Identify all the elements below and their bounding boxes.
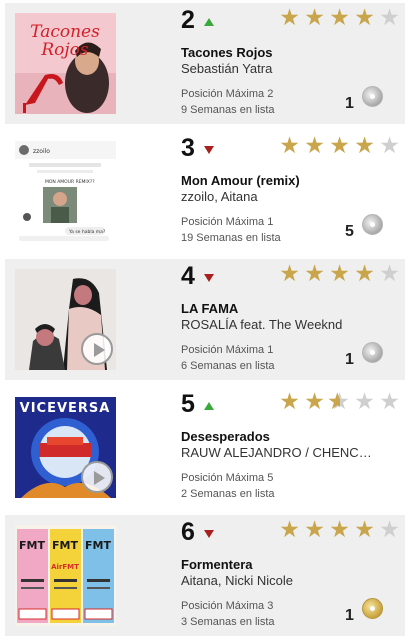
star-icon: ★ — [379, 388, 400, 414]
artist-name[interactable]: RAUW ALEJANDRO / CHENCHO CORLEONE — [181, 445, 381, 460]
peak-position: Posición Máxima 3 — [181, 600, 274, 612]
artist-name[interactable]: zzoilo, Aitana — [181, 189, 381, 204]
trend-up-icon — [204, 402, 214, 410]
star-icon: ★ — [354, 516, 375, 542]
song-title[interactable]: Formentera — [181, 557, 253, 572]
peak-position: Posición Máxima 5 — [181, 472, 274, 484]
trend-down-icon — [204, 146, 214, 154]
star-icon: ★ — [379, 516, 400, 542]
chart-entry[interactable]: VICEVERSA 5 ★ ★ ★ ★ ★ Desesperados RAUW … — [5, 387, 405, 508]
star-icon: ★ — [279, 388, 300, 414]
star-icon: ★ — [354, 132, 375, 158]
chart-position: 4 — [181, 262, 195, 290]
rating-stars: ★ ★ ★ ★ ★ — [277, 5, 402, 29]
platinum-disc-icon — [362, 342, 383, 363]
chart-entry[interactable]: FMT FMT FMT AirFMT 6 ★ ★ ★ ★ ★ Formenter… — [5, 515, 405, 636]
certification-count: 1 — [345, 351, 354, 368]
weeks-on-chart: 19 Semanas en lista — [181, 232, 281, 244]
chart-entry[interactable]: Tacones Rojos 2 ★ ★ ★ ★ ★ Tacones Rojos … — [5, 3, 405, 124]
chart-position: 6 — [181, 518, 195, 546]
album-cover[interactable]: zzoilo MON AMOUR REMIX?? Ya se habla ma? — [15, 141, 116, 242]
rating-stars: ★ ★ ★ ★ ★ — [277, 133, 402, 157]
star-icon: ★ — [304, 516, 325, 542]
song-title[interactable]: Tacones Rojos — [181, 45, 273, 60]
artist-name[interactable]: ROSALÍA feat. The Weeknd — [181, 317, 381, 332]
chart-position: 5 — [181, 390, 195, 418]
artist-name[interactable]: Sebastián Yatra — [181, 61, 381, 76]
star-icon: ★ — [329, 260, 350, 286]
album-cover[interactable]: VICEVERSA — [15, 397, 116, 498]
star-icon: ★ — [379, 132, 400, 158]
star-icon: ★ — [379, 4, 400, 30]
rating-stars: ★ ★ ★ ★ ★ — [277, 389, 402, 413]
cover-ticket-label: FMT — [52, 539, 78, 552]
star-icon: ★ — [329, 4, 350, 30]
cover-art-tacones-rojos: Tacones Rojos — [15, 13, 116, 114]
rating-stars: ★ ★ ★ ★ ★ — [277, 261, 402, 285]
certification-count: 1 — [345, 607, 354, 624]
star-half-icon: ★ — [327, 389, 352, 413]
cover-art-mon-amour: zzoilo MON AMOUR REMIX?? Ya se habla ma? — [15, 141, 116, 242]
star-icon: ★ — [304, 260, 325, 286]
star-icon: ★ — [304, 4, 325, 30]
star-icon: ★ — [379, 260, 400, 286]
cover-title-line2: Rojos — [40, 40, 89, 60]
cover-dm-reply: Ya se habla ma? — [68, 229, 106, 235]
gold-disc-icon — [362, 598, 383, 619]
star-icon: ★ — [329, 132, 350, 158]
album-cover[interactable] — [15, 269, 116, 370]
cover-airline-label: AirFMT — [51, 563, 79, 571]
cover-ticket-label: FMT — [19, 539, 45, 552]
weeks-on-chart: 3 Semanas en lista — [181, 616, 275, 628]
rating-stars: ★ ★ ★ ★ ★ — [277, 517, 402, 541]
star-icon: ★ — [304, 132, 325, 158]
chart-list: Tacones Rojos 2 ★ ★ ★ ★ ★ Tacones Rojos … — [0, 0, 419, 640]
star-icon: ★ — [354, 4, 375, 30]
star-icon: ★ — [329, 516, 350, 542]
chart-entry[interactable]: zzoilo MON AMOUR REMIX?? Ya se habla ma?… — [5, 131, 405, 252]
peak-position: Posición Máxima 1 — [181, 344, 274, 356]
star-icon: ★ — [304, 388, 325, 414]
weeks-on-chart: 6 Semanas en lista — [181, 360, 275, 372]
star-icon: ★ — [279, 4, 300, 30]
weeks-on-chart: 2 Semanas en lista — [181, 488, 275, 500]
platinum-disc-icon — [362, 86, 383, 107]
cover-dm-message: MON AMOUR REMIX?? — [45, 179, 95, 185]
album-cover[interactable]: Tacones Rojos — [15, 13, 116, 114]
trend-down-icon — [204, 530, 214, 538]
peak-position: Posición Máxima 1 — [181, 216, 274, 228]
chart-position: 2 — [181, 6, 195, 34]
song-title[interactable]: Desesperados — [181, 429, 270, 444]
cover-ticket-label: FMT — [85, 539, 111, 552]
chart-entry[interactable]: 4 ★ ★ ★ ★ ★ LA FAMA ROSALÍA feat. The We… — [5, 259, 405, 380]
certification-count: 5 — [345, 223, 354, 240]
play-button[interactable] — [81, 461, 113, 493]
song-title[interactable]: Mon Amour (remix) — [181, 173, 300, 188]
cover-dm-username: zzoilo — [33, 148, 50, 155]
cover-art-formentera: FMT FMT FMT AirFMT — [15, 525, 116, 626]
certification-count: 1 — [345, 95, 354, 112]
weeks-on-chart: 9 Semanas en lista — [181, 104, 275, 116]
peak-position: Posición Máxima 2 — [181, 88, 274, 100]
platinum-disc-icon — [362, 214, 383, 235]
song-title[interactable]: LA FAMA — [181, 301, 238, 316]
star-icon: ★ — [279, 132, 300, 158]
artist-name[interactable]: Aitana, Nicki Nicole — [181, 573, 381, 588]
star-icon: ★ — [279, 516, 300, 542]
cover-album-title: VICEVERSA — [20, 401, 111, 416]
trend-up-icon — [204, 18, 214, 26]
cover-title-line1: Tacones — [30, 22, 100, 42]
star-icon: ★ — [279, 260, 300, 286]
star-icon: ★ — [354, 388, 375, 414]
album-cover[interactable]: FMT FMT FMT AirFMT — [15, 525, 116, 626]
trend-down-icon — [204, 274, 214, 282]
chart-position: 3 — [181, 134, 195, 162]
star-icon: ★ — [354, 260, 375, 286]
play-button[interactable] — [81, 333, 113, 365]
